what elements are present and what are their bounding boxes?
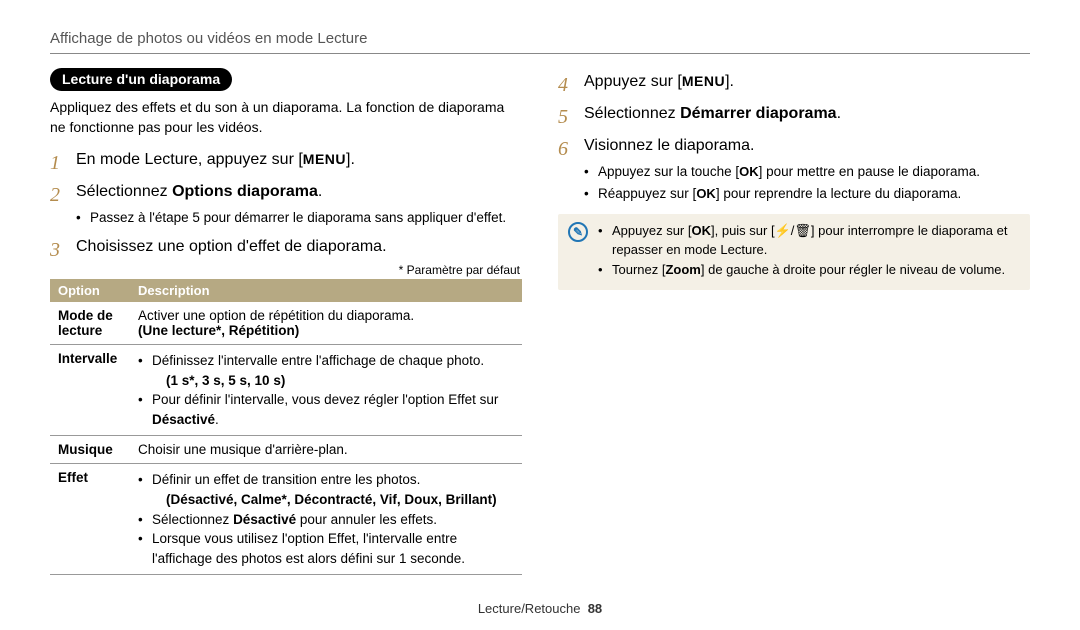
steps-right: Appuyez sur [MENU]. Sélectionnez Démarre… [558,70,1030,204]
left-column: Lecture d'un diaporama Appliquez des eff… [50,68,522,575]
step-1: En mode Lecture, appuyez sur [MENU]. [50,148,522,172]
table-row: Effet Définir un effet de transition ent… [50,464,522,575]
footer: Lecture/Retouche 88 [50,601,1030,616]
header-rule [50,53,1030,54]
flash-trash-icon: ⚡/🗑 [775,223,811,238]
step-6-sub: Appuyez sur la touche [OK] pour mettre e… [584,162,1030,182]
right-column: Appuyez sur [MENU]. Sélectionnez Démarre… [558,68,1030,575]
note-item: Appuyez sur [OK], puis sur [⚡/🗑] pour in… [598,222,1020,260]
page-header: Affichage de photos ou vidéos en mode Le… [50,30,1030,47]
section-label: Lecture d'un diaporama [50,68,232,91]
step-6: Visionnez le diaporama. Appuyez sur la t… [558,134,1030,204]
info-icon: ✎ [568,222,588,242]
ok-icon: OK [692,223,712,238]
ok-icon: OK [696,186,716,201]
th-option: Option [50,279,130,302]
table-row: Mode de lecture Activer une option de ré… [50,302,522,345]
menu-icon: MENU [682,73,725,89]
step-5: Sélectionnez Démarrer diaporama. [558,102,1030,126]
section-intro: Appliquez des effets et du son à un diap… [50,97,522,138]
step-2: Sélectionnez Options diaporama. Passez à… [50,180,522,228]
step-4: Appuyez sur [MENU]. [558,70,1030,94]
th-description: Description [130,279,522,302]
note-item: Tournez [Zoom] de gauche à droite pour r… [598,261,1020,280]
note-box: ✎ Appuyez sur [OK], puis sur [⚡/🗑] pour … [558,214,1030,291]
step-3: Choisissez une option d'effet de diapora… [50,235,522,259]
ok-icon: OK [739,164,759,179]
menu-icon: MENU [303,151,346,167]
step-2-sub: Passez à l'étape 5 pour démarrer le diap… [76,208,522,228]
options-table: Option Description Mode de lecture Activ… [50,279,522,575]
note-icon: ✎ [568,222,588,283]
table-row: Intervalle Définissez l'intervalle entre… [50,345,522,436]
steps-left: En mode Lecture, appuyez sur [MENU]. Sél… [50,148,522,260]
table-row: Musique Choisir une musique d'arrière-pl… [50,436,522,464]
table-caption: * Paramètre par défaut [50,263,520,277]
step-6-sub: Réappuyez sur [OK] pour reprendre la lec… [584,184,1030,204]
